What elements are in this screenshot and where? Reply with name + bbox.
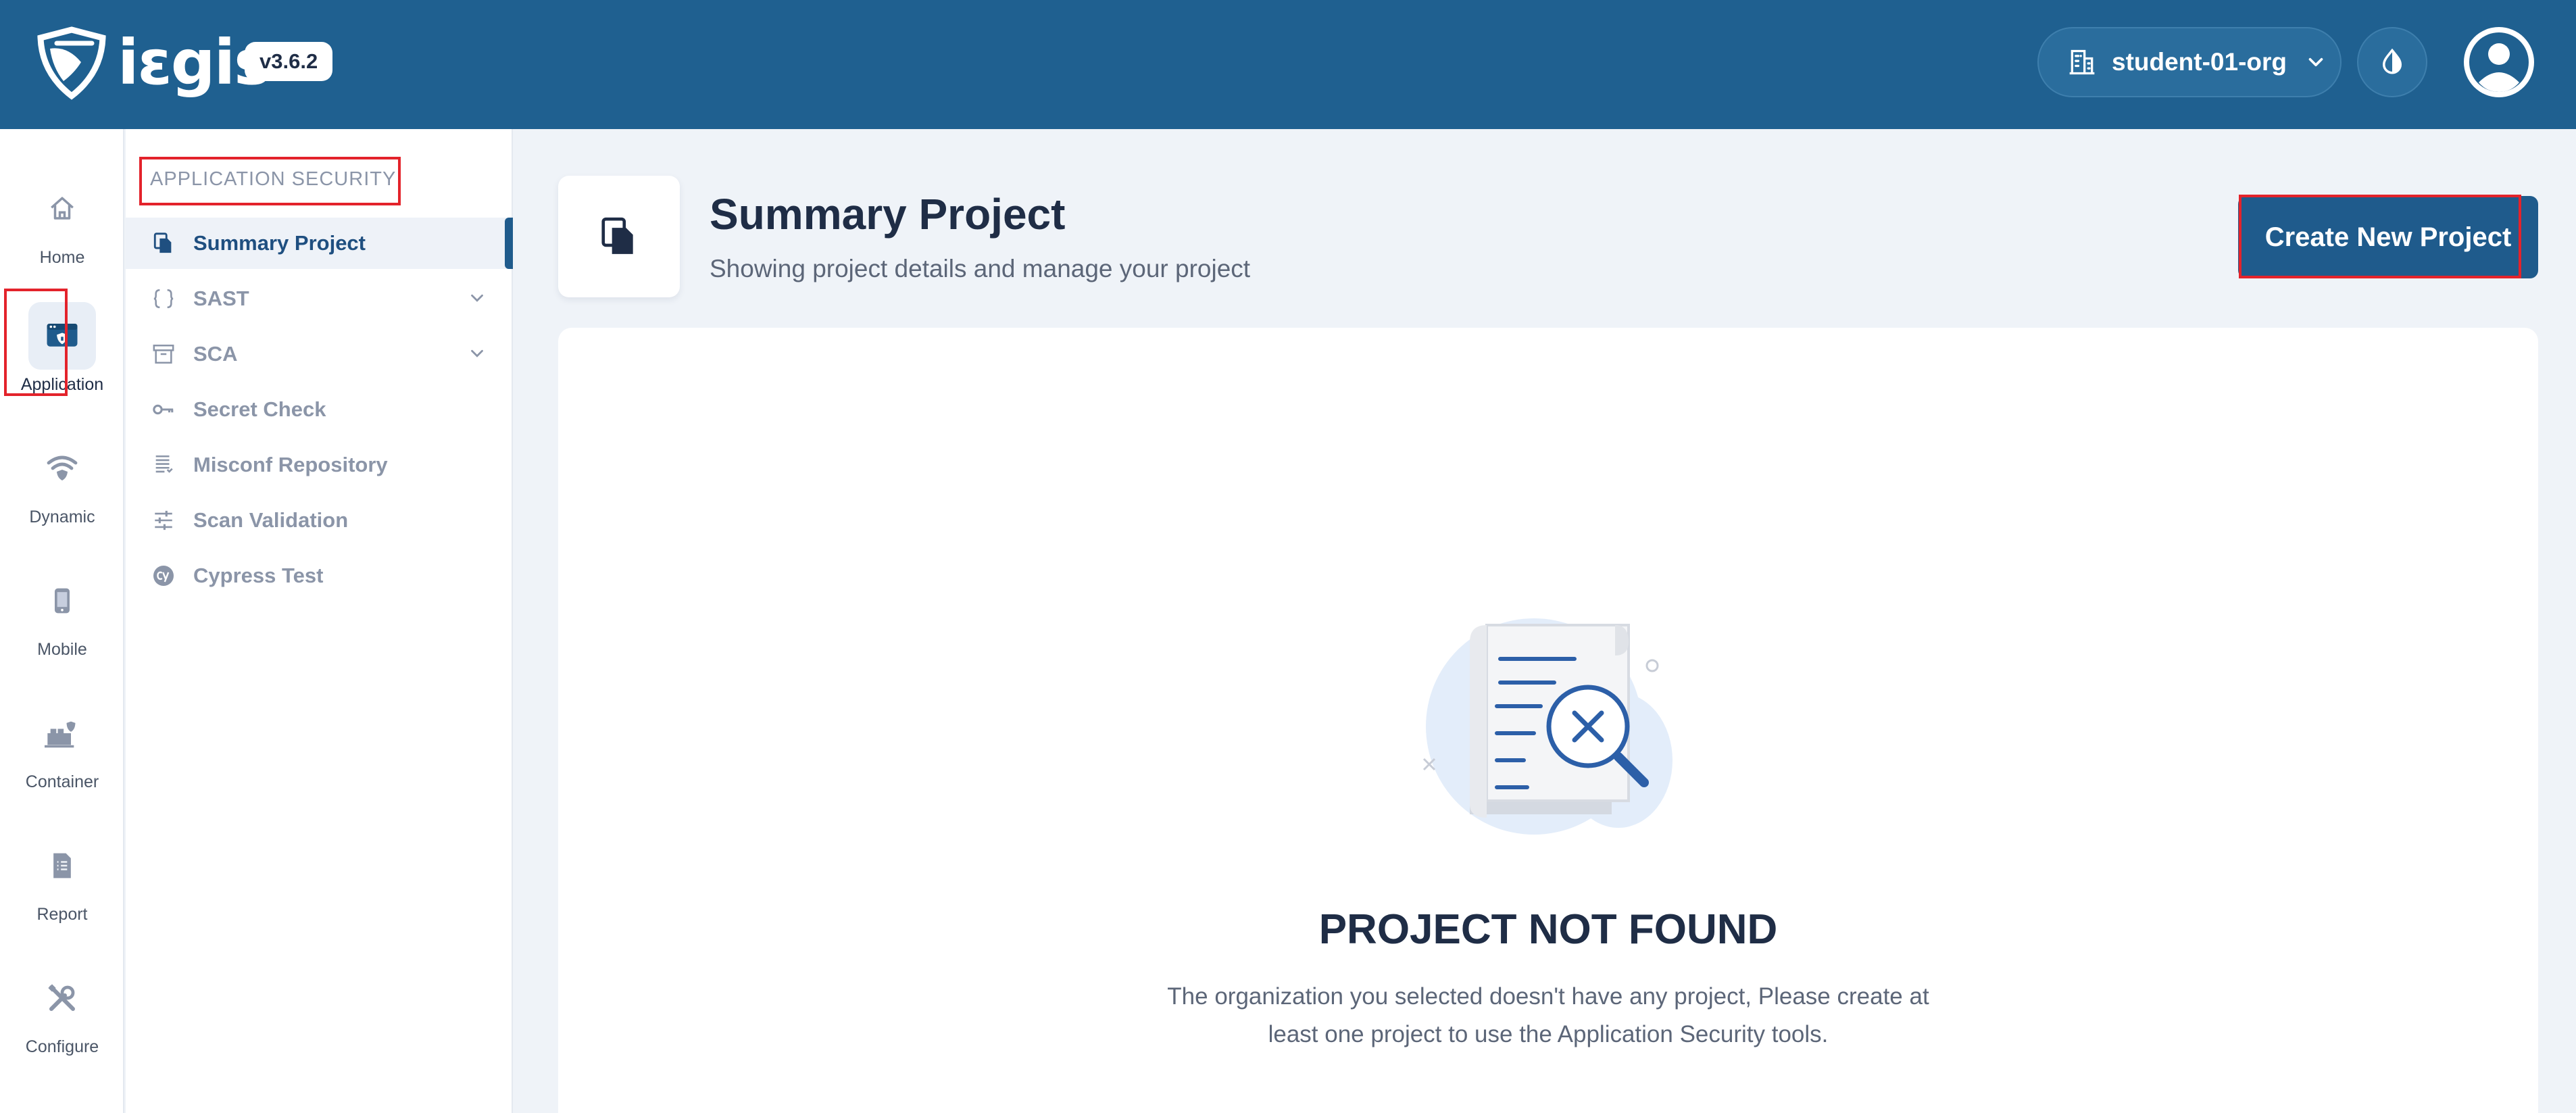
home-icon [51,197,74,220]
empty-desc-line-1: The organization you selected doesn't ha… [1167,983,1929,1010]
rail-item-mobile[interactable]: Mobile [0,553,124,662]
theme-toggle-button[interactable] [2357,27,2427,97]
subnav-label: Cypress Test [193,564,324,587]
rail-item-report[interactable]: Report [0,818,124,926]
dynamic-icon-wrap [28,435,96,502]
version-badge: v3.6.2 [245,42,333,81]
cypress-icon [151,564,176,588]
home-icon-wrap [28,175,96,243]
mobile-icon [55,588,70,614]
rail-label: Mobile [37,640,87,659]
secondary-sidebar: APPLICATION SECURITY Summary Project SAS… [126,129,513,1113]
subnav-label: SCA [193,342,238,366]
org-name: student-01-org [2112,48,2287,76]
key-icon [151,397,176,422]
configure-icon-wrap [28,964,96,1032]
container-icon [45,721,76,748]
rail-item-dynamic[interactable]: Dynamic [0,421,124,529]
sliders-icon [151,508,176,533]
user-avatar-button[interactable] [2464,27,2534,97]
subnav-item-scan-validation[interactable]: Scan Validation [126,495,513,546]
tools-icon [48,984,75,1011]
top-header: iεgis v3.6.2 student-01-org [0,0,2576,129]
rail-item-home[interactable]: Home [0,162,124,270]
empty-desc-line-2: least one project to use the Application… [1268,1021,1829,1047]
brand-logo[interactable]: iεgis [34,26,271,100]
rail-item-container[interactable]: Container [0,686,124,794]
highlight-section-title [139,157,401,205]
project-not-found-illustration [1422,618,1673,835]
document-list-icon [151,453,176,477]
subnav-label: Summary Project [193,231,366,255]
wifi-shield-icon [47,455,78,480]
subnav-item-cypress-test[interactable]: Cypress Test [126,550,513,601]
page-icon-card [558,176,680,297]
braces-icon [151,287,176,311]
subnav-label: Secret Check [193,397,326,421]
shield-logo-icon [37,26,106,100]
page-title: Summary Project [710,190,1066,239]
copy-icon [151,231,176,255]
subnav-item-summary-project[interactable]: Summary Project [126,218,513,269]
user-avatar-icon [2469,32,2529,92]
container-icon-wrap [28,699,96,767]
rail-item-configure[interactable]: Configure [0,951,124,1059]
highlight-application [4,289,68,396]
rail-label: Report [36,905,88,924]
building-icon [2069,49,2095,75]
empty-state-title: PROJECT NOT FOUND [1318,906,1778,953]
contrast-icon [2382,48,2402,74]
report-icon [53,853,71,879]
subnav-item-sca[interactable]: SCA [126,328,513,380]
rail-label: Home [39,248,85,267]
page-subtitle: Showing project details and manage your … [710,255,1251,282]
subnav-label: Misconf Repository [193,453,388,476]
chevron-down-icon [471,349,483,357]
subnav-item-misconf-repository[interactable]: Misconf Repository [126,439,513,491]
subnav-label: Scan Validation [193,508,349,532]
rail-label: Dynamic [29,508,95,526]
subnav-item-sast[interactable]: SAST [126,273,513,324]
chevron-down-icon [471,294,483,302]
org-selector[interactable]: student-01-org [2037,27,2342,97]
copy-icon [601,217,633,254]
report-icon-wrap [28,832,96,899]
highlight-create-button [2239,195,2521,278]
subnav-label: SAST [193,287,249,310]
rail-label: Container [25,772,99,791]
mobile-icon-wrap [28,567,96,635]
chevron-down-icon [2308,57,2323,67]
subnav-item-secret-check[interactable]: Secret Check [126,384,513,435]
primary-sidebar: Home Application Dynamic Mobile Containe… [0,129,124,1113]
rail-label: Configure [25,1037,99,1056]
empty-state-description: The organization you selected doesn't ha… [558,978,2538,1054]
archive-icon [151,342,176,366]
